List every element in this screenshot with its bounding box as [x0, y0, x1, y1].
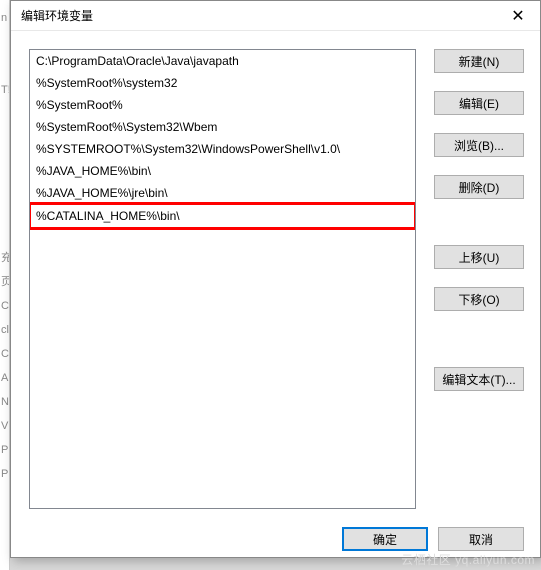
- browse-button[interactable]: 浏览(B)...: [434, 133, 524, 157]
- background-fragment-label: C: [0, 342, 9, 366]
- edit-button[interactable]: 编辑(E): [434, 91, 524, 115]
- path-list-item[interactable]: %JAVA_HOME%\bin\: [30, 160, 415, 182]
- edit-env-var-dialog: 编辑环境变量 ✕ C:\ProgramData\Oracle\Java\java…: [10, 0, 541, 558]
- background-fragment-label: [0, 222, 9, 246]
- button-column: 新建(N) 编辑(E) 浏览(B)... 删除(D) 上移(U) 下移(O) 编…: [434, 49, 524, 509]
- path-list-item[interactable]: %SYSTEMROOT%\System32\WindowsPowerShell\…: [30, 138, 415, 160]
- background-fragment-label: [0, 30, 9, 54]
- background-fragment-label: 页: [0, 270, 9, 294]
- path-list-item[interactable]: %CATALINA_HOME%\bin\: [30, 204, 415, 228]
- background-fragment-label: [0, 126, 9, 150]
- dialog-content: C:\ProgramData\Oracle\Java\javapath%Syst…: [11, 31, 540, 519]
- ok-button[interactable]: 确定: [342, 527, 428, 551]
- background-fragment-label: [0, 174, 9, 198]
- delete-button[interactable]: 删除(D): [434, 175, 524, 199]
- cancel-button[interactable]: 取消: [438, 527, 524, 551]
- path-list-item[interactable]: %SystemRoot%\System32\Wbem: [30, 116, 415, 138]
- background-fragment-label: N: [0, 390, 9, 414]
- background-fragment-label: P: [0, 438, 9, 462]
- path-listbox[interactable]: C:\ProgramData\Oracle\Java\javapath%Syst…: [29, 49, 416, 509]
- background-fragment-label: C: [0, 294, 9, 318]
- move-up-button[interactable]: 上移(U): [434, 245, 524, 269]
- path-list-item[interactable]: %SystemRoot%: [30, 94, 415, 116]
- close-button[interactable]: ✕: [496, 1, 540, 31]
- background-fragment-label: [0, 102, 9, 126]
- path-list-item[interactable]: %SystemRoot%\system32: [30, 72, 415, 94]
- edit-text-button[interactable]: 编辑文本(T)...: [434, 367, 524, 391]
- move-down-button[interactable]: 下移(O): [434, 287, 524, 311]
- new-button[interactable]: 新建(N): [434, 49, 524, 73]
- background-fragment-label: [0, 150, 9, 174]
- dialog-footer: 确定 取消: [11, 519, 540, 565]
- background-fragment-label: [0, 54, 9, 78]
- background-fragment-label: n: [0, 6, 9, 30]
- background-fragment-label: Pi: [0, 462, 9, 486]
- background-fragment-label: [0, 198, 9, 222]
- background-fragment-label: A: [0, 366, 9, 390]
- background-fragment-label: cl.: [0, 318, 9, 342]
- path-list-item[interactable]: C:\ProgramData\Oracle\Java\javapath: [30, 50, 415, 72]
- dialog-title: 编辑环境变量: [21, 7, 496, 24]
- close-icon: ✕: [511, 6, 524, 26]
- background-fragment-label: 充: [0, 246, 9, 270]
- titlebar: 编辑环境变量 ✕: [11, 1, 540, 31]
- background-fragment-label: V: [0, 414, 9, 438]
- background-fragment-label: T!: [0, 78, 9, 102]
- background-window-fragment: nT!充页Ccl.CANVPPi: [0, 0, 10, 570]
- path-list-item[interactable]: %JAVA_HOME%\jre\bin\: [30, 182, 415, 204]
